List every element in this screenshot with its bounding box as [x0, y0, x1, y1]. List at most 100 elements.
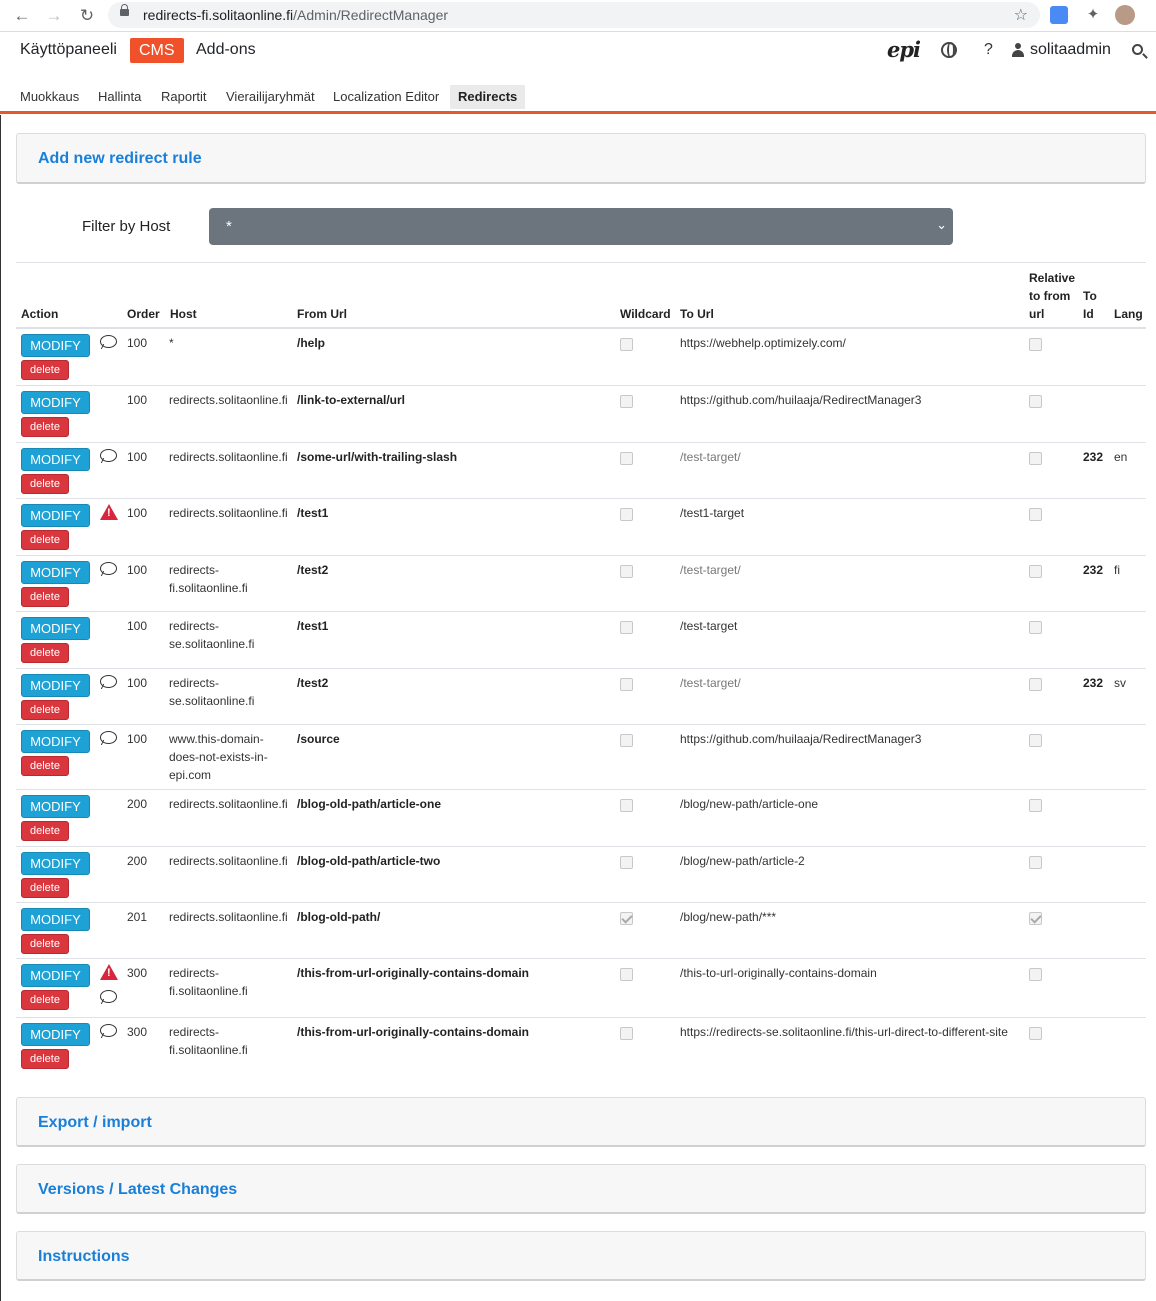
- delete-button[interactable]: delete: [21, 700, 69, 720]
- modify-button[interactable]: MODIFY: [21, 908, 90, 931]
- tab-muokkaus[interactable]: Muokkaus: [12, 85, 87, 109]
- delete-button[interactable]: delete: [21, 821, 69, 841]
- order-cell: 100: [127, 676, 148, 690]
- comment-icon[interactable]: [100, 335, 117, 349]
- comment-icon[interactable]: [100, 990, 117, 1004]
- table-row: MODIFY delete 100 * /help https://webhelp.opt…: [16, 329, 1146, 386]
- admin-subnav: Muokkaus Hallinta Raportit Vierailijaryh…: [0, 82, 1156, 114]
- host-cell: redirects-fi.solitaonline.fi: [169, 966, 248, 998]
- table-row: MODIFY delete 100 redirects-fi.solitaonline…: [16, 556, 1146, 612]
- instructions-title[interactable]: Instructions: [38, 1248, 130, 1266]
- from-url-cell: /test2: [297, 676, 329, 690]
- tab-localization-editor[interactable]: Localization Editor: [325, 85, 447, 109]
- extensions-puzzle-icon[interactable]: ✦: [1084, 6, 1102, 24]
- table-row: MODIFY delete 300 redirects-fi.solitaonline…: [16, 1018, 1146, 1074]
- epi-logo: epi: [887, 37, 921, 62]
- tab-raportit[interactable]: Raportit: [153, 85, 215, 109]
- table-row: MODIFY delete 100 www.this-domain-does-not-…: [16, 725, 1146, 790]
- tab-vierailijaryhmat[interactable]: Vierailijaryhmät: [218, 85, 323, 109]
- delete-button[interactable]: delete: [21, 474, 69, 494]
- host-cell: redirects.solitaonline.fi: [169, 797, 288, 811]
- user-menu[interactable]: solitaadmin: [1030, 41, 1111, 59]
- modify-button[interactable]: MODIFY: [21, 1023, 90, 1046]
- delete-button[interactable]: delete: [21, 756, 69, 776]
- header-order: Order: [127, 307, 160, 321]
- address-bar[interactable]: redirects-fi.solitaonline.fi/Admin/Redir…: [108, 2, 1040, 28]
- versions-panel[interactable]: Versions / Latest Changes: [16, 1164, 1146, 1214]
- table-row: MODIFY delete 200 redirects.solitaonline.fi…: [16, 790, 1146, 847]
- modify-button[interactable]: MODIFY: [21, 795, 90, 818]
- host-cell: redirects-se.solitaonline.fi: [169, 676, 255, 708]
- delete-button[interactable]: delete: [21, 643, 69, 663]
- to-url-cell: /this-to-url-originally-contains-domain: [680, 966, 877, 980]
- delete-button[interactable]: delete: [21, 360, 69, 380]
- instructions-panel[interactable]: Instructions: [16, 1231, 1146, 1281]
- bookmark-star-icon[interactable]: ☆: [1014, 5, 1028, 25]
- add-redirect-panel[interactable]: Add new redirect rule: [16, 133, 1146, 184]
- addons-link[interactable]: Add-ons: [196, 41, 256, 59]
- cms-menu-button[interactable]: CMS: [130, 38, 184, 63]
- filter-label: Filter by Host: [82, 218, 171, 235]
- export-import-title[interactable]: Export / import: [38, 1114, 152, 1132]
- delete-button[interactable]: delete: [21, 934, 69, 954]
- delete-button[interactable]: delete: [21, 417, 69, 437]
- wildcard-checkbox: [620, 621, 633, 634]
- modify-button[interactable]: MODIFY: [21, 561, 90, 584]
- relative-checkbox: [1029, 508, 1042, 521]
- from-url-cell: /link-to-external/url: [297, 393, 406, 407]
- relative-checkbox: [1029, 968, 1042, 981]
- order-cell: 300: [127, 966, 148, 980]
- back-arrow-icon[interactable]: ←: [11, 5, 33, 27]
- delete-button[interactable]: delete: [21, 990, 69, 1010]
- host-cell: redirects.solitaonline.fi: [169, 910, 288, 924]
- host-filter-select[interactable]: * ⌄: [209, 208, 953, 245]
- relative-checkbox: [1029, 338, 1042, 351]
- globe-icon[interactable]: [941, 42, 957, 58]
- delete-button[interactable]: delete: [21, 1049, 69, 1069]
- tab-hallinta[interactable]: Hallinta: [90, 85, 149, 109]
- delete-button[interactable]: delete: [21, 878, 69, 898]
- modify-button[interactable]: MODIFY: [21, 334, 90, 357]
- to-url-cell: https://redirects-se.solitaonline.fi/thi…: [680, 1025, 1008, 1039]
- cms-top-bar: Käyttöpaneeli CMS Add-ons epi ? solitaad…: [0, 32, 1156, 70]
- tab-redirects[interactable]: Redirects: [450, 85, 526, 109]
- modify-button[interactable]: MODIFY: [21, 730, 90, 753]
- modify-button[interactable]: MODIFY: [21, 964, 90, 987]
- translate-extension-icon[interactable]: [1050, 6, 1068, 24]
- from-url-cell: /this-from-url-originally-contains-domai…: [297, 1025, 530, 1039]
- forward-arrow-icon[interactable]: →: [43, 5, 65, 27]
- wildcard-checkbox: [620, 678, 633, 691]
- table-row: MODIFY delete 100 redirects-se.solitaonline…: [16, 612, 1146, 669]
- delete-button[interactable]: delete: [21, 530, 69, 550]
- to-id-cell: 232: [1083, 450, 1104, 464]
- from-url-cell: /this-from-url-originally-contains-domai…: [297, 966, 530, 980]
- modify-button[interactable]: MODIFY: [21, 852, 90, 875]
- lock-icon: [120, 4, 129, 16]
- comment-icon[interactable]: [100, 562, 117, 576]
- header-host: Host: [170, 307, 197, 321]
- comment-icon[interactable]: [100, 675, 117, 689]
- export-import-panel[interactable]: Export / import: [16, 1097, 1146, 1147]
- versions-title[interactable]: Versions / Latest Changes: [38, 1181, 237, 1199]
- relative-checkbox: [1029, 1027, 1042, 1040]
- modify-button[interactable]: MODIFY: [21, 504, 90, 527]
- profile-avatar[interactable]: [1115, 5, 1135, 25]
- reload-icon[interactable]: ↻: [76, 5, 98, 27]
- dashboard-link[interactable]: Käyttöpaneeli: [20, 41, 117, 59]
- host-cell: redirects.solitaonline.fi: [169, 393, 288, 407]
- modify-button[interactable]: MODIFY: [21, 448, 90, 471]
- delete-button[interactable]: delete: [21, 587, 69, 607]
- comment-icon[interactable]: [100, 1024, 117, 1038]
- host-cell: www.this-domain-does-not-exists-in-epi.c…: [169, 732, 268, 782]
- search-icon[interactable]: [1132, 44, 1143, 55]
- comment-icon[interactable]: [100, 731, 117, 745]
- add-redirect-title[interactable]: Add new redirect rule: [38, 150, 202, 168]
- to-url-cell: /test-target/: [680, 450, 741, 464]
- comment-icon[interactable]: [100, 449, 117, 463]
- modify-button[interactable]: MODIFY: [21, 674, 90, 697]
- modify-button[interactable]: MODIFY: [21, 617, 90, 640]
- from-url-cell: /source: [297, 732, 340, 746]
- help-button[interactable]: ?: [984, 41, 993, 59]
- header-to-url: To Url: [680, 307, 714, 321]
- modify-button[interactable]: MODIFY: [21, 391, 90, 414]
